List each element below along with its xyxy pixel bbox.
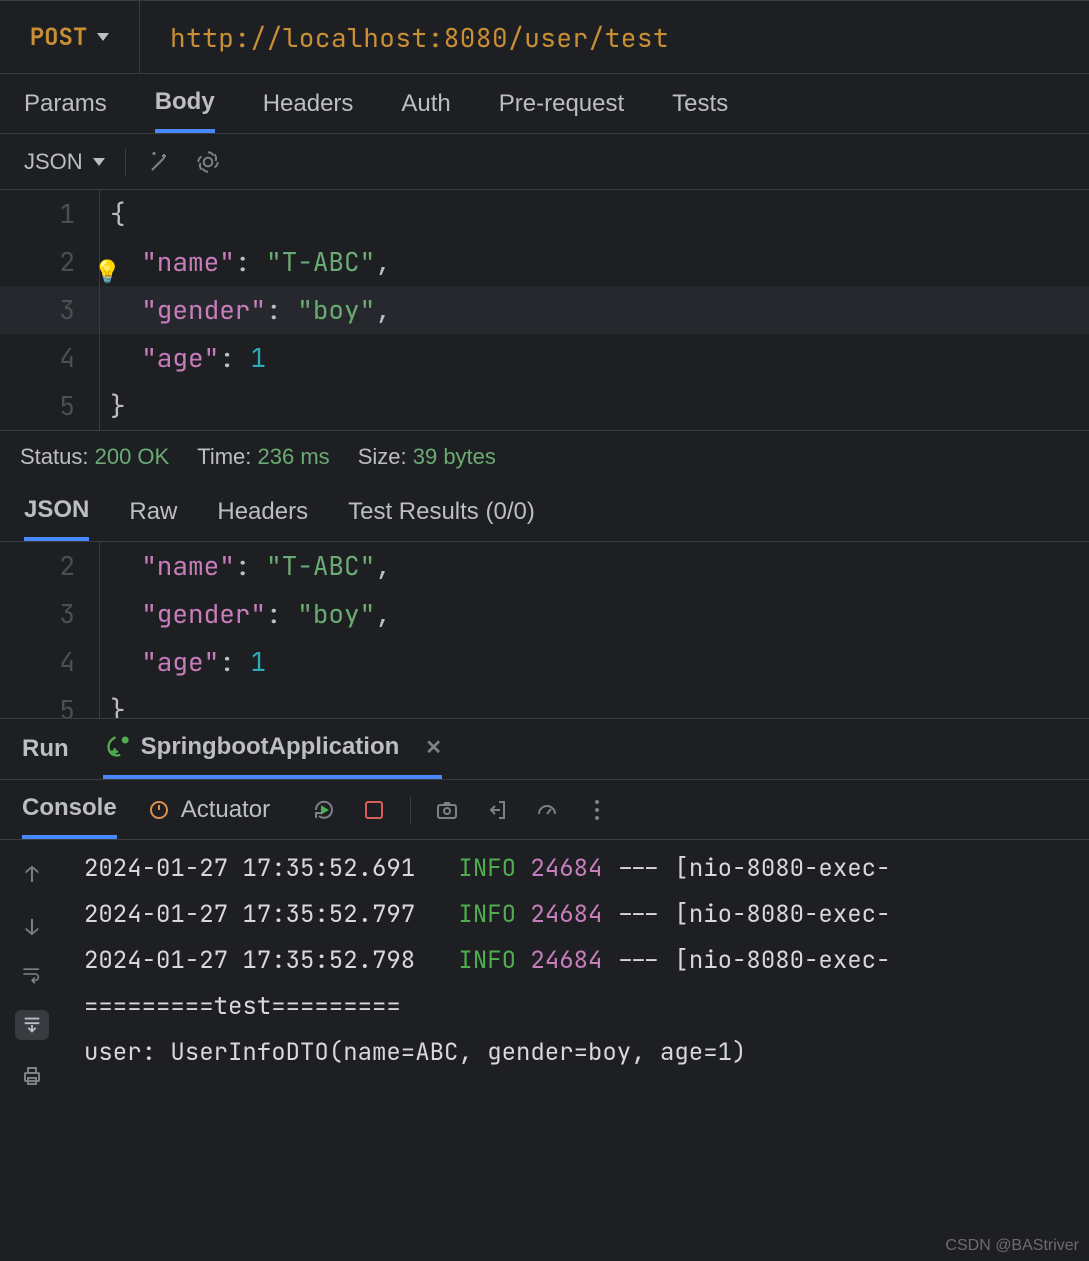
log-output[interactable]: 2024-01-27 17:35:52.691 INFO 24684 --- [… <box>64 840 1089 1120</box>
response-status-bar: Status: 200 OK Time: 236 ms Size: 39 byt… <box>0 430 1089 482</box>
tab-pre-request[interactable]: Pre-request <box>499 74 624 133</box>
code-line: 3 "gender": "boy", <box>0 590 1089 638</box>
tab-resp-test-results-0-0-[interactable]: Test Results (0/0) <box>348 482 535 541</box>
tab-body[interactable]: Body <box>155 74 215 133</box>
url-input[interactable]: http://localhost:8080/user/test <box>140 1 1089 73</box>
code-line: 3 "gender": "boy", <box>0 286 1089 334</box>
tab-resp-raw[interactable]: Raw <box>129 482 177 541</box>
code-line: 4 "age": 1 <box>0 334 1089 382</box>
time-label: Time: <box>197 444 251 469</box>
scroll-to-end-icon[interactable] <box>15 1010 49 1040</box>
size-value: 39 bytes <box>413 444 496 469</box>
code-line: 2 "name": "T-ABC", <box>0 542 1089 590</box>
openai-icon[interactable] <box>194 148 222 176</box>
tab-actuator[interactable]: Actuator <box>147 780 270 839</box>
close-icon[interactable]: ✕ <box>425 735 442 760</box>
separator <box>410 796 411 824</box>
tab-auth[interactable]: Auth <box>401 74 450 133</box>
more-icon[interactable] <box>583 796 611 824</box>
spring-boot-icon <box>103 733 131 761</box>
stop-icon[interactable] <box>360 796 388 824</box>
http-method-label: POST <box>30 22 88 53</box>
body-type-label: JSON <box>24 149 83 175</box>
code-line: 5} <box>0 686 1089 718</box>
request-bar: POST http://localhost:8080/user/test <box>0 0 1089 74</box>
tab-params[interactable]: Params <box>24 74 107 133</box>
watermark: CSDN @BAStriver <box>945 1237 1079 1255</box>
console-output: ↑ ↓ 2024-01-27 17:35:52.691 INFO 24684 -… <box>0 840 1089 1120</box>
code-line: 4 "age": 1 <box>0 638 1089 686</box>
run-configuration-tab[interactable]: SpringbootApplication ✕ <box>103 719 442 779</box>
tab-run[interactable]: Run <box>22 719 69 779</box>
body-toolbar: JSON <box>0 134 1089 190</box>
camera-icon[interactable] <box>433 796 461 824</box>
run-config-name: SpringbootApplication <box>141 733 400 761</box>
run-panel-header: Run SpringbootApplication ✕ <box>0 718 1089 780</box>
print-icon[interactable] <box>20 1064 44 1088</box>
request-tabs: Params Body Headers Auth Pre-request Tests <box>0 74 1089 134</box>
separator <box>125 148 126 176</box>
tab-resp-headers[interactable]: Headers <box>217 482 308 541</box>
response-body-viewer[interactable]: 2 "name": "T-ABC",3 "gender": "boy",4 "a… <box>0 542 1089 718</box>
scroll-down-icon[interactable]: ↓ <box>25 913 38 942</box>
scroll-up-icon[interactable]: ↑ <box>25 860 38 889</box>
status-value: 200 OK <box>95 444 170 469</box>
tab-tests[interactable]: Tests <box>672 74 728 133</box>
tab-resp-json[interactable]: JSON <box>24 482 89 541</box>
console-toolbar: Console Actuator <box>0 780 1089 840</box>
console-side-toolbar: ↑ ↓ <box>0 840 64 1120</box>
time-value: 236 ms <box>258 444 330 469</box>
code-line: 2💡 "name": "T-ABC", <box>0 238 1089 286</box>
rerun-icon[interactable] <box>310 796 338 824</box>
code-line: 5} <box>0 382 1089 430</box>
tab-headers[interactable]: Headers <box>263 74 354 133</box>
response-tabs: JSON Raw Headers Test Results (0/0) <box>0 482 1089 542</box>
body-type-selector[interactable]: JSON <box>24 149 105 175</box>
gauge-icon[interactable] <box>533 796 561 824</box>
actuator-icon <box>147 798 171 822</box>
soft-wrap-icon[interactable] <box>20 966 44 986</box>
chevron-down-icon <box>97 33 109 41</box>
exit-icon[interactable] <box>483 796 511 824</box>
code-line: 1{ <box>0 190 1089 238</box>
http-method-selector[interactable]: POST <box>0 1 140 73</box>
magic-wand-icon[interactable] <box>146 148 174 176</box>
actuator-label: Actuator <box>181 796 270 824</box>
request-body-editor[interactable]: 1{2💡 "name": "T-ABC",3 "gender": "boy",4… <box>0 190 1089 430</box>
tab-console[interactable]: Console <box>22 780 117 839</box>
status-label: Status: <box>20 444 88 469</box>
chevron-down-icon <box>93 158 105 166</box>
size-label: Size: <box>358 444 407 469</box>
